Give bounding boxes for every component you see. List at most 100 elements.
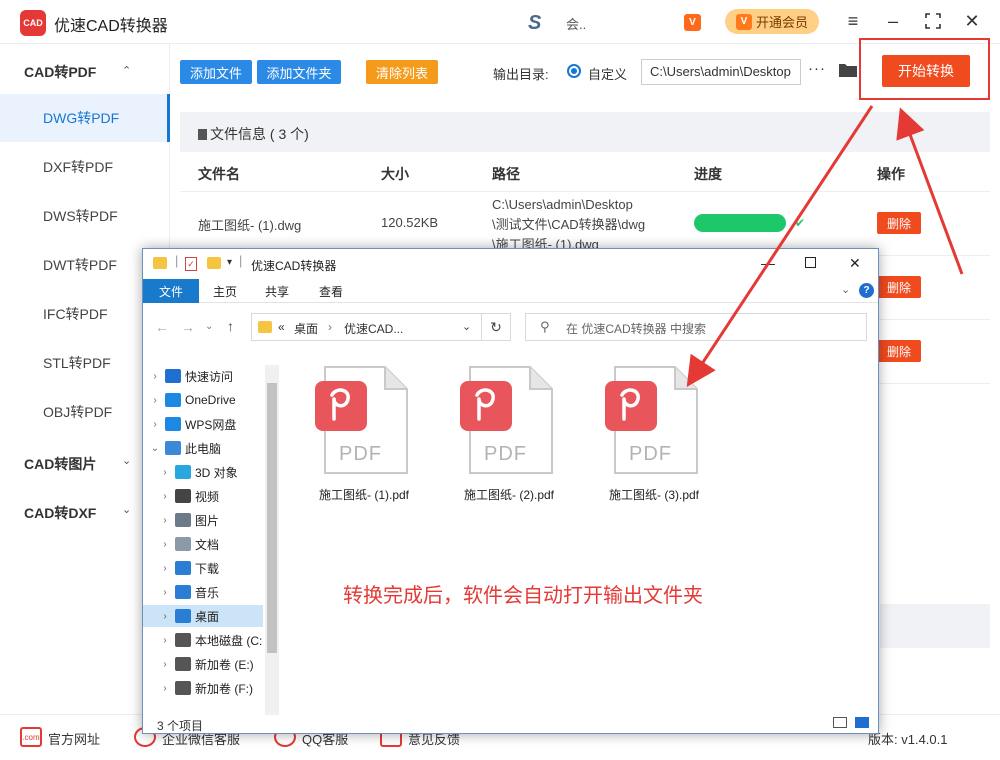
up-icon[interactable]: ↑ — [227, 318, 234, 334]
chevron-right-icon[interactable]: › — [159, 659, 171, 670]
nav-item[interactable]: › 图片 — [143, 509, 263, 531]
nav-item[interactable]: › WPS网盘 — [143, 413, 263, 435]
address-bar[interactable]: « 桌面 › 优速CAD... ⌄ — [251, 313, 511, 341]
quick-access-dropdown-icon[interactable]: ▾ — [227, 257, 232, 268]
nav-scrollbar-thumb[interactable] — [267, 383, 277, 653]
nav-item-label: 音乐 — [195, 585, 220, 600]
chevron-down-icon[interactable]: ⌄ — [122, 503, 131, 516]
chevron-right-icon[interactable]: › — [159, 587, 171, 598]
nav-item[interactable]: › 文档 — [143, 533, 263, 555]
add-file-button[interactable]: 添加文件 — [180, 60, 252, 84]
help-icon[interactable]: ? — [859, 283, 874, 298]
nav-item[interactable]: ⌄ 此电脑 — [143, 437, 263, 459]
add-folder-button[interactable]: 添加文件夹 — [257, 60, 341, 84]
chevron-right-icon[interactable]: › — [149, 371, 161, 382]
search-input[interactable]: ⚲ 在 优速CAD转换器 中搜索 — [525, 313, 867, 341]
maximize-icon[interactable] — [922, 10, 944, 32]
breadcrumb-desktop[interactable]: 桌面 — [294, 320, 318, 337]
large-icons-view-icon[interactable] — [855, 717, 869, 728]
details-view-icon[interactable] — [833, 717, 847, 728]
tab-view[interactable]: 查看 — [319, 283, 343, 300]
folder-icon — [153, 257, 167, 269]
more-icon[interactable]: ··· — [808, 60, 826, 77]
properties-icon[interactable]: ✓ — [185, 257, 197, 271]
sidebar-category-cad-image[interactable]: CAD转图片 — [24, 454, 96, 474]
back-icon[interactable]: ← — [155, 319, 169, 335]
delete-button[interactable]: 删除 — [877, 340, 921, 362]
breadcrumb-separator: › — [328, 320, 332, 334]
tab-share[interactable]: 共享 — [265, 283, 289, 300]
chevron-right-icon[interactable]: › — [159, 539, 171, 550]
file-path-cell: C:\Users\admin\Desktop \测试文件\CAD转换器\dwg … — [492, 195, 645, 255]
open-folder-icon[interactable] — [838, 62, 858, 78]
vip-badge-icon[interactable]: V — [684, 14, 701, 31]
chevron-right-icon[interactable]: › — [159, 683, 171, 694]
new-folder-icon[interactable] — [207, 257, 221, 269]
chevron-right-icon[interactable]: › — [159, 611, 171, 622]
refresh-icon[interactable]: ↻ — [481, 313, 511, 341]
chevron-right-icon[interactable]: › — [149, 395, 161, 406]
nav-item[interactable]: › OneDrive — [143, 389, 263, 411]
pdf-file-name[interactable]: 施工图纸- (2).pdf — [464, 486, 554, 503]
ribbon-expand-icon[interactable]: ⌄ — [841, 283, 850, 296]
user-name[interactable]: 会.. — [566, 14, 586, 33]
vip-button[interactable]: V 开通会员 — [725, 9, 819, 34]
pdf-file-icon[interactable]: PDF — [460, 365, 556, 477]
chevron-right-icon[interactable]: › — [159, 635, 171, 646]
breadcrumb-overflow[interactable]: « — [278, 320, 285, 334]
user-avatar-icon[interactable]: S — [528, 12, 541, 35]
sidebar-item-dws-pdf[interactable]: DWS转PDF — [0, 192, 170, 240]
quick-access-icon — [165, 369, 181, 383]
breadcrumb-folder[interactable]: 优速CAD... — [344, 320, 403, 337]
menu-icon[interactable]: ≡ — [842, 10, 864, 32]
nav-item[interactable]: › 下载 — [143, 557, 263, 579]
close-icon[interactable]: ✕ — [849, 255, 861, 272]
nav-item[interactable]: › 新加卷 (E:) — [143, 653, 263, 675]
custom-output-radio[interactable] — [567, 64, 581, 78]
maximize-icon[interactable] — [805, 257, 816, 268]
tab-home[interactable]: 主页 — [213, 283, 237, 300]
official-site-link[interactable]: 官方网址 — [48, 729, 100, 748]
nav-item[interactable]: › 视频 — [143, 485, 263, 507]
pdf-file-icon[interactable]: PDF — [315, 365, 411, 477]
nav-item[interactable]: › 新加卷 (F:) — [143, 677, 263, 699]
minimize-icon[interactable]: — — [761, 255, 775, 271]
sidebar-category-cad-dxf[interactable]: CAD转DXF — [24, 503, 96, 523]
nav-item[interactable]: › 3D 对象 — [143, 461, 263, 483]
search-icon: ⚲ — [540, 319, 550, 334]
chevron-right-icon[interactable]: › — [159, 515, 171, 526]
minimize-icon[interactable]: – — [882, 10, 904, 32]
forward-icon[interactable]: → — [181, 319, 195, 335]
recent-dropdown-icon[interactable]: ⌄ — [205, 321, 213, 332]
sidebar-category-cad-pdf[interactable]: CAD转PDF — [24, 62, 96, 82]
nav-item[interactable]: › 音乐 — [143, 581, 263, 603]
chevron-right-icon[interactable]: › — [149, 419, 161, 430]
chevron-right-icon[interactable]: › — [159, 563, 171, 574]
start-convert-button[interactable]: 开始转换 — [882, 55, 970, 87]
tab-file[interactable]: 文件 — [143, 279, 199, 303]
delete-button[interactable]: 删除 — [877, 212, 921, 234]
close-icon[interactable]: ✕ — [961, 10, 983, 32]
output-path-field[interactable]: C:\Users\admin\Desktop — [641, 59, 801, 85]
desktop-icon — [175, 609, 191, 623]
delete-button[interactable]: 删除 — [877, 276, 921, 298]
clear-list-button[interactable]: 清除列表 — [366, 60, 438, 84]
nav-item-label: 桌面 — [195, 609, 220, 624]
chevron-right-icon[interactable]: › — [159, 491, 171, 502]
chevron-up-icon[interactable]: ⌃ — [122, 64, 131, 77]
sidebar-item-dxf-pdf[interactable]: DXF转PDF — [0, 143, 170, 191]
nav-item[interactable]: › 桌面 — [143, 605, 263, 627]
drive-icon — [175, 681, 191, 695]
chevron-down-icon[interactable]: ⌄ — [122, 454, 131, 467]
chevron-right-icon[interactable]: › — [159, 467, 171, 478]
explorer-ribbon: 文件 主页 共享 查看 ⌄ ? — [143, 279, 878, 303]
chevron-down-icon[interactable]: ⌄ — [149, 443, 161, 454]
pdf-file-name[interactable]: 施工图纸- (1).pdf — [319, 486, 409, 503]
nav-item[interactable]: › 快速访问 — [143, 365, 263, 387]
nav-item[interactable]: › 本地磁盘 (C: — [143, 629, 263, 651]
address-dropdown-icon[interactable]: ⌄ — [462, 320, 471, 333]
sidebar-item-dwg-pdf[interactable]: DWG转PDF — [0, 94, 170, 142]
pdf-file-name[interactable]: 施工图纸- (3).pdf — [609, 486, 699, 503]
custom-output-label[interactable]: 自定义 — [588, 64, 627, 83]
pdf-file-icon[interactable]: PDF — [605, 365, 701, 477]
